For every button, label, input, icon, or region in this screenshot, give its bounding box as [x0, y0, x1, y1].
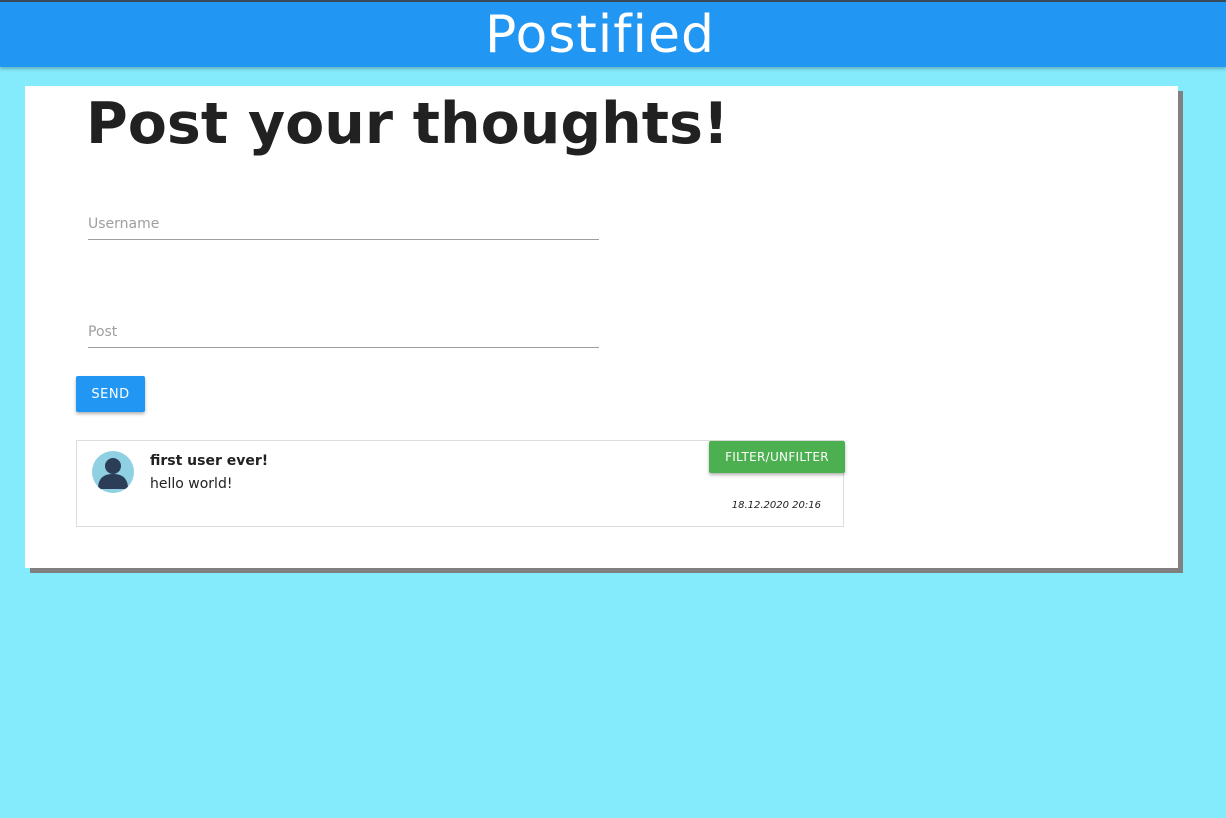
send-button[interactable]: SEND: [76, 376, 145, 412]
post-input[interactable]: [88, 316, 599, 348]
post-username: first user ever!: [150, 453, 269, 469]
app-header: Postified: [0, 0, 1226, 67]
username-input[interactable]: [88, 208, 599, 240]
post-timestamp: 18.12.2020 20:16: [731, 500, 821, 511]
post-text: hello world!: [150, 476, 233, 492]
app-title: Postified: [485, 5, 715, 65]
page-title: Post your thoughts!: [86, 91, 729, 157]
main-card: Post your thoughts! SEND first user ever…: [25, 86, 1178, 568]
user-avatar-icon: [92, 451, 134, 493]
filter-unfilter-button[interactable]: FILTER/UNFILTER: [709, 441, 845, 473]
post-item: first user ever! hello world! FILTER/UNF…: [76, 440, 845, 527]
